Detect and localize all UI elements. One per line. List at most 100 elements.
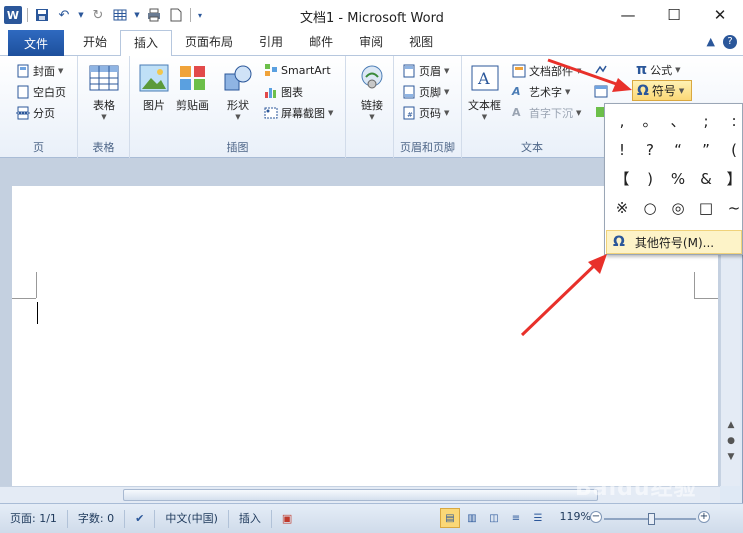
- dropcap-button[interactable]: A 首字下沉 ▼: [512, 105, 581, 121]
- insert-mode[interactable]: 插入: [229, 509, 272, 528]
- symbol-cell[interactable]: 】: [719, 164, 743, 194]
- tab-review[interactable]: 审阅: [346, 30, 396, 56]
- tab-view[interactable]: 视图: [396, 30, 446, 56]
- customize-qat-icon[interactable]: ▾: [196, 6, 204, 24]
- chart-label: 图表: [281, 86, 303, 99]
- print-icon[interactable]: [145, 6, 163, 24]
- symbol-cell[interactable]: 【: [607, 164, 637, 194]
- word-count[interactable]: 字数: 0: [68, 509, 126, 528]
- draft-icon[interactable]: ☰: [528, 508, 548, 528]
- link-button[interactable]: 链接 ▼: [356, 62, 388, 121]
- minimize-ribbon-icon[interactable]: ▲: [707, 35, 715, 49]
- symbol-cell[interactable]: ;: [691, 106, 721, 136]
- zoom-slider[interactable]: − +: [590, 511, 710, 525]
- select-browse-object-icon[interactable]: ●: [724, 436, 738, 446]
- symbol-cell[interactable]: ~: [719, 193, 743, 223]
- tab-insert[interactable]: 插入: [120, 30, 173, 57]
- outline-icon[interactable]: ≡: [506, 508, 526, 528]
- footer-label: 页脚: [419, 86, 441, 99]
- smartart-button[interactable]: SmartArt: [264, 63, 331, 77]
- date-time-button[interactable]: [594, 84, 608, 98]
- language-indicator[interactable]: 中文(中国): [155, 509, 229, 528]
- tab-references[interactable]: 引用: [246, 30, 296, 56]
- undo-icon[interactable]: ↶: [55, 6, 73, 24]
- cover-page-button[interactable]: 封面 ▼: [16, 63, 63, 79]
- picture-button[interactable]: 图片: [138, 62, 170, 113]
- table-dropdown-icon[interactable]: ▼: [133, 6, 141, 24]
- dropcap-label: 首字下沉: [529, 107, 573, 120]
- symbol-cell[interactable]: &: [691, 164, 721, 194]
- symbol-cell[interactable]: %: [663, 164, 693, 194]
- symbol-cell[interactable]: ): [635, 164, 665, 194]
- margin-mark-left: [12, 298, 36, 299]
- zoom-in-icon[interactable]: +: [698, 511, 710, 523]
- quickparts-button[interactable]: 文档部件 ▼: [512, 63, 581, 79]
- tab-home[interactable]: 开始: [70, 30, 120, 56]
- page-count[interactable]: 页面: 1/1: [0, 509, 68, 528]
- new-document-icon[interactable]: [167, 6, 185, 24]
- symbol-cell[interactable]: (: [719, 135, 743, 165]
- page-number-button[interactable]: # 页码 ▼: [402, 105, 449, 121]
- clipart-button[interactable]: 剪贴画: [176, 62, 209, 113]
- svg-text:#: #: [407, 111, 413, 119]
- quick-access-toolbar: W ↶ ▼ ↻ ▼ ▾: [4, 6, 204, 24]
- zoom-out-icon[interactable]: −: [590, 511, 602, 523]
- symbol-cell[interactable]: ◎: [663, 193, 693, 223]
- zoom-slider-knob[interactable]: [648, 513, 655, 525]
- page-number-icon: #: [402, 106, 416, 120]
- margin-mark-top-right: [694, 272, 695, 298]
- wordart-button[interactable]: A 艺术字 ▼: [512, 84, 570, 100]
- print-layout-icon[interactable]: ▤: [440, 508, 460, 528]
- signature-line-button[interactable]: [594, 63, 608, 77]
- page-break-icon: [16, 106, 30, 120]
- group-text-label: 文本: [521, 141, 543, 154]
- zoom-level[interactable]: 119%: [560, 510, 591, 523]
- undo-dropdown-icon[interactable]: ▼: [77, 6, 85, 24]
- full-screen-reading-icon[interactable]: ▥: [462, 508, 482, 528]
- redo-icon[interactable]: ↻: [89, 6, 107, 24]
- table-button[interactable]: 表格 ▼: [88, 62, 120, 121]
- maximize-button[interactable]: ☐: [651, 0, 697, 30]
- chart-button[interactable]: 图表: [264, 84, 303, 100]
- picture-icon: [138, 62, 170, 94]
- tab-mailings[interactable]: 邮件: [296, 30, 346, 56]
- symbol-cell[interactable]: “: [663, 135, 693, 165]
- symbol-cell[interactable]: 。: [635, 106, 665, 136]
- scroll-up-small-icon[interactable]: ▲: [724, 420, 738, 430]
- table-qat-icon[interactable]: [111, 6, 129, 24]
- word-logo-icon[interactable]: W: [4, 6, 22, 24]
- help-icon[interactable]: ?: [723, 35, 737, 49]
- footer-button[interactable]: 页脚 ▼: [402, 84, 449, 100]
- symbol-cell[interactable]: !: [607, 135, 637, 165]
- symbol-cell[interactable]: ”: [691, 135, 721, 165]
- symbol-cell[interactable]: ○: [635, 193, 665, 223]
- web-layout-icon[interactable]: ◫: [484, 508, 504, 528]
- screenshot-button[interactable]: 屏幕截图 ▼: [264, 105, 333, 121]
- more-symbols-item[interactable]: Ω 其他符号(M)...: [606, 230, 742, 254]
- scroll-down-small-icon[interactable]: ▼: [724, 452, 738, 462]
- header-icon: [402, 64, 416, 78]
- symbol-cell[interactable]: ,: [607, 106, 637, 136]
- symbol-cell[interactable]: □: [691, 193, 721, 223]
- save-icon[interactable]: [33, 6, 51, 24]
- horizontal-scroll-thumb[interactable]: [123, 489, 598, 501]
- proofing-icon[interactable]: ✔: [125, 509, 156, 528]
- symbol-cell[interactable]: ※: [607, 193, 637, 223]
- page-break-button[interactable]: 分页: [16, 105, 55, 121]
- minimize-button[interactable]: —: [605, 0, 651, 30]
- symbol-cell[interactable]: ?: [635, 135, 665, 165]
- symbol-button[interactable]: Ω 符号 ▼: [632, 80, 692, 101]
- header-button[interactable]: 页眉 ▼: [402, 63, 449, 79]
- symbol-cell[interactable]: :: [719, 106, 743, 136]
- shapes-button[interactable]: 形状 ▼: [222, 62, 254, 121]
- tab-file[interactable]: 文件: [8, 30, 64, 56]
- blank-page-button[interactable]: 空白页: [16, 84, 66, 100]
- close-button[interactable]: ✕: [697, 0, 743, 30]
- macro-icon[interactable]: ▣: [272, 510, 302, 528]
- symbol-cell[interactable]: 、: [663, 106, 693, 136]
- textbox-button[interactable]: A 文本框 ▼: [468, 62, 501, 121]
- tab-page-layout[interactable]: 页面布局: [172, 30, 246, 56]
- equation-button[interactable]: π 公式 ▼: [636, 62, 680, 78]
- header-label: 页眉: [419, 65, 441, 78]
- word-window: W ↶ ▼ ↻ ▼ ▾ 文档1 - Microsoft Word — ☐ ✕ 文…: [0, 0, 743, 533]
